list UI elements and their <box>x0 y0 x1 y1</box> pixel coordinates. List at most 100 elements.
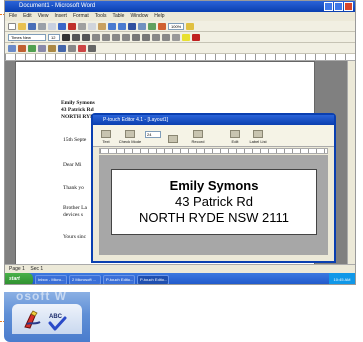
underline-icon[interactable] <box>82 33 90 41</box>
justify-icon[interactable] <box>122 33 130 41</box>
help-icon[interactable] <box>186 22 195 30</box>
label-line-name: Emily Symons <box>169 178 259 193</box>
editor-title-bar: P-touch Editor 4.1 - [Layout1] <box>93 115 334 125</box>
edit-icon <box>230 130 240 138</box>
taskbar: start Inbox - Micro... 2 Microsoft ... P… <box>5 273 355 284</box>
align-center-icon[interactable] <box>102 33 110 41</box>
font-name-select[interactable]: Times New Roman <box>8 33 46 46</box>
tool-f-icon[interactable] <box>58 44 66 52</box>
editor-tool-align[interactable] <box>164 135 182 144</box>
menu-format[interactable]: Format <box>73 12 89 21</box>
zoomed-faded-title: osoft W <box>16 292 67 303</box>
record-icon <box>193 130 203 138</box>
extra-toolbar <box>5 43 355 54</box>
menu-view[interactable]: View <box>38 12 49 21</box>
menu-help[interactable]: Help <box>154 12 164 21</box>
tool-c-icon[interactable] <box>28 44 36 52</box>
tool-d-icon[interactable] <box>38 44 46 52</box>
standard-toolbar: 100% <box>5 21 355 32</box>
editor-tool-record[interactable]: Record <box>185 130 211 144</box>
columns-icon[interactable] <box>138 22 146 30</box>
undo-icon[interactable] <box>108 22 116 30</box>
doc-body-2: Brother La <box>63 205 87 211</box>
vertical-scrollbar[interactable] <box>347 61 355 264</box>
preview-icon[interactable] <box>48 22 56 30</box>
task-button-word[interactable]: 2 Microsoft ... <box>69 274 101 284</box>
label-preview[interactable]: Emily Symons 43 Patrick Rd NORTH RYDE NS… <box>111 169 317 235</box>
tool-a-icon[interactable] <box>8 44 16 52</box>
word-screenshot: Document1 - Microsoft Word File Edit Vie… <box>4 0 356 285</box>
ptouch-icon[interactable] <box>22 310 44 332</box>
print-icon[interactable] <box>38 22 46 30</box>
horizontal-ruler <box>5 54 355 61</box>
tool-i-icon[interactable] <box>88 44 96 52</box>
map-icon[interactable] <box>158 22 166 30</box>
label-line-street: 43 Patrick Rd <box>174 194 254 209</box>
minimize-button[interactable] <box>324 2 333 11</box>
copy-icon[interactable] <box>88 22 96 30</box>
editor-tool-text[interactable]: Text <box>97 130 115 144</box>
menu-insert[interactable]: Insert <box>54 12 67 21</box>
label-canvas: Emily Symons 43 Patrick Rd NORTH RYDE NS… <box>99 155 328 255</box>
svg-text:ABC: ABC <box>49 314 63 320</box>
border-icon[interactable] <box>172 33 180 41</box>
menu-file[interactable]: File <box>9 12 17 21</box>
word-title: Document1 - Microsoft Word <box>19 3 96 9</box>
close-button[interactable] <box>344 2 353 11</box>
task-button-ptouch-2[interactable]: P-touch Edito... <box>137 274 169 284</box>
cut-icon[interactable] <box>78 22 86 30</box>
align-left-icon[interactable] <box>92 33 100 41</box>
task-button-ptouch-1[interactable]: P-touch Edito... <box>103 274 135 284</box>
editor-font-size[interactable]: 24 <box>145 131 161 138</box>
editor-tool-check[interactable]: Check Mode <box>118 130 142 144</box>
save-icon[interactable] <box>28 22 36 30</box>
editor-tool-edit[interactable]: Edit <box>226 130 244 144</box>
start-button[interactable]: start <box>5 273 33 284</box>
align-right-icon[interactable] <box>112 33 120 41</box>
doc-address-street: 43 Patrick Rd <box>61 107 94 113</box>
zoom-select[interactable]: 100% <box>168 22 185 30</box>
italic-icon[interactable] <box>72 33 80 41</box>
bold-icon[interactable] <box>62 33 70 41</box>
doc-salutation: Dear Mi <box>63 162 82 168</box>
open-icon[interactable] <box>18 22 26 30</box>
clock: 10:45 AM <box>329 273 355 284</box>
editor-tool-label-list[interactable]: Label List <box>247 130 269 144</box>
status-bar: Page 1 Sec 1 <box>5 264 355 273</box>
menu-table[interactable]: Table <box>112 12 124 21</box>
paste-icon[interactable] <box>98 22 106 30</box>
font-size-select[interactable]: 12 <box>48 33 60 41</box>
drawing-icon[interactable] <box>148 22 156 30</box>
tool-h-icon[interactable] <box>78 44 86 52</box>
highlight-icon[interactable] <box>182 33 190 41</box>
menu-tools[interactable]: Tools <box>95 12 107 21</box>
table-icon[interactable] <box>128 22 136 30</box>
redo-icon[interactable] <box>118 22 126 30</box>
task-button-inbox[interactable]: Inbox - Micro... <box>35 274 67 284</box>
zoomed-toolbar-tile: osoft W ABC <box>4 292 90 342</box>
tool-b-icon[interactable] <box>18 44 26 52</box>
numbering-icon[interactable] <box>132 33 140 41</box>
spellcheck-icon[interactable]: ABC <box>46 310 68 332</box>
word-title-bar: Document1 - Microsoft Word <box>5 1 355 12</box>
tool-g-icon[interactable] <box>68 44 76 52</box>
font-color-icon[interactable] <box>192 33 200 41</box>
doc-date-line: 15th Septe <box>63 137 87 143</box>
ptouch-toolbar-icon[interactable] <box>68 22 76 30</box>
menu-edit[interactable]: Edit <box>23 12 32 21</box>
indent-icon[interactable] <box>162 33 170 41</box>
editor-title: P-touch Editor 4.1 - [Layout1] <box>103 117 169 123</box>
formatting-toolbar: Times New Roman 12 <box>5 32 355 46</box>
outdent-icon[interactable] <box>152 33 160 41</box>
tool-e-icon[interactable] <box>48 44 56 52</box>
menu-window[interactable]: Window <box>130 12 148 21</box>
status-section: Sec 1 <box>30 266 44 272</box>
label-list-icon <box>253 130 263 138</box>
new-icon[interactable] <box>8 22 16 30</box>
align-tool-icon <box>168 135 178 143</box>
spellcheck-toolbar-icon[interactable] <box>58 22 66 30</box>
bullets-icon[interactable] <box>142 33 150 41</box>
doc-body-1: Thank yo <box>63 185 84 191</box>
maximize-button[interactable] <box>334 2 343 11</box>
check-mode-icon <box>125 130 135 138</box>
